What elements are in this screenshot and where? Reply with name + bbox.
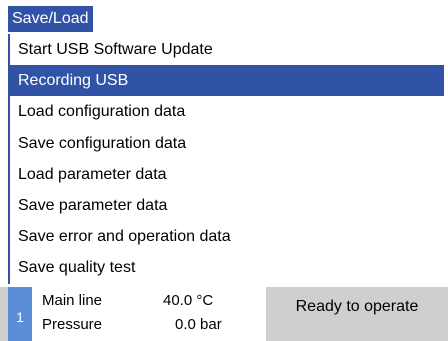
- pressure-label: Pressure: [42, 316, 103, 333]
- pressure-value: 0.0 bar: [175, 316, 222, 333]
- device-screen: Save/Load Start USB Software Update Reco…: [0, 0, 448, 341]
- status-bar: 1 Main line 40.0 °C Pressure 0.0 bar Rea…: [0, 287, 448, 341]
- menu-list: Start USB Software Update Recording USB …: [8, 34, 444, 284]
- menu-item-save-quality-test[interactable]: Save quality test: [10, 252, 444, 283]
- menu-item-save-parameter-data[interactable]: Save parameter data: [10, 190, 444, 221]
- menu-item-save-configuration-data[interactable]: Save configuration data: [10, 128, 444, 159]
- title-bar: Save/Load: [0, 0, 448, 34]
- menu-item-save-error-and-operation-data[interactable]: Save error and operation data: [10, 221, 444, 252]
- main-line-label: Main line: [42, 292, 103, 309]
- status-row-main-line: Main line 40.0 °C: [42, 291, 264, 311]
- main-line-value: 40.0 °C: [163, 292, 214, 309]
- status-row-pressure: Pressure 0.0 bar: [42, 315, 264, 335]
- status-index-badge: 1: [8, 287, 32, 341]
- status-values-panel: Main line 40.0 °C Pressure 0.0 bar: [32, 287, 266, 341]
- menu-item-start-usb-software-update[interactable]: Start USB Software Update: [10, 34, 444, 65]
- menu-item-recording-usb[interactable]: Recording USB: [10, 65, 444, 97]
- page-title: Save/Load: [8, 6, 93, 32]
- status-message: Ready to operate: [295, 298, 419, 315]
- menu-item-load-configuration-data[interactable]: Load configuration data: [10, 96, 444, 127]
- menu-item-load-parameter-data[interactable]: Load parameter data: [10, 159, 444, 190]
